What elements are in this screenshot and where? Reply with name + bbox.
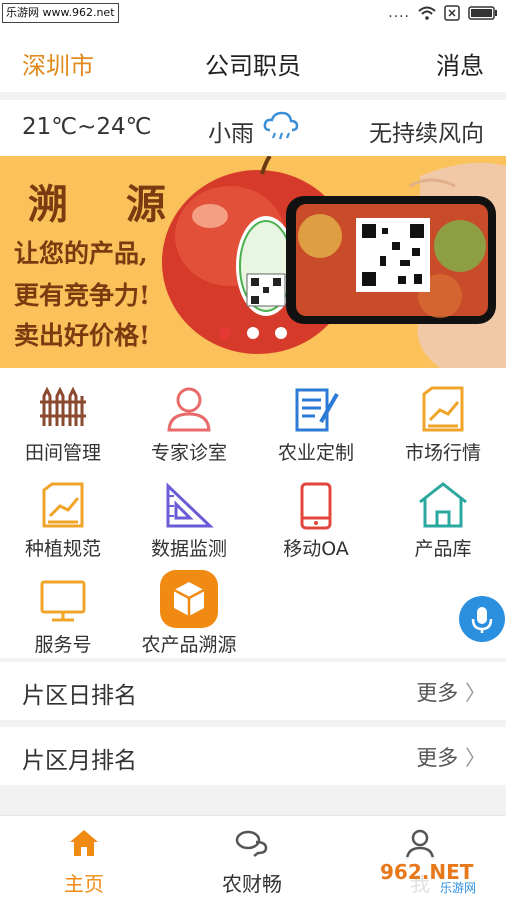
weather-condition: 小雨: [208, 121, 254, 147]
messages-button[interactable]: 消息: [436, 46, 484, 81]
overflow-dots: ....: [388, 5, 410, 21]
feature-planting-standards[interactable]: 种植规范: [0, 470, 126, 566]
feature-label: 数据监测: [150, 538, 227, 560]
banner-line-3: 卖出好价格!: [14, 321, 150, 350]
feature-label: 移动OA: [283, 538, 349, 560]
watermark-subtext: 乐游网: [440, 881, 476, 895]
watermark-label: 乐游网 www.962.net: [2, 3, 119, 23]
fence-icon: [40, 386, 86, 426]
monitor-icon: [40, 580, 86, 622]
feature-label: 农业定制: [277, 442, 354, 464]
weather-bar: 21℃~24℃ 小雨 无持续风向: [0, 100, 506, 156]
feature-market-quotes[interactable]: 市场行情: [380, 374, 506, 470]
banner-line-2: 更有竞争力!: [14, 281, 150, 310]
feature-label: 产品库: [414, 538, 472, 560]
feature-label: 专家诊室: [150, 442, 227, 464]
feature-label: 种植规范: [24, 538, 101, 560]
tab-label: 主页: [64, 872, 104, 896]
app-header: 深圳市 公司职员 消息: [0, 28, 506, 92]
no-sim-icon: [444, 5, 460, 21]
box-icon: [160, 570, 218, 628]
monthly-ranking-row[interactable]: 片区月排名 更多 〉: [0, 727, 506, 785]
voice-input-button[interactable]: [459, 596, 505, 642]
house-icon: [419, 482, 467, 528]
feature-product-library[interactable]: 产品库: [380, 470, 506, 566]
more-link[interactable]: 更多 〉: [416, 677, 486, 707]
feature-expert-clinic[interactable]: 专家诊室: [126, 374, 252, 470]
feature-label: 服务号: [34, 634, 92, 656]
status-icons: ....: [388, 5, 498, 21]
banner-line-1: 让您的产品,: [14, 239, 148, 268]
banner-title: 溯 源: [28, 181, 188, 228]
custom-doc-icon: [295, 388, 339, 432]
carousel-dot-2[interactable]: [247, 327, 259, 339]
chevron-right-icon: 〉: [465, 746, 486, 770]
tab-home[interactable]: 主页: [0, 816, 168, 901]
feature-mobile-oa[interactable]: 移动OA: [253, 470, 379, 566]
daily-ranking-row[interactable]: 片区日排名 更多 〉: [0, 662, 506, 720]
chevron-right-icon: 〉: [465, 681, 486, 705]
ranking-title: 片区月排名: [22, 748, 137, 774]
feature-label: 市场行情: [404, 442, 481, 464]
status-bar: 乐游网 www.962.net ....: [0, 0, 506, 28]
feature-data-monitoring[interactable]: 数据监测: [126, 470, 252, 566]
wifi-icon: [418, 6, 436, 20]
ruler-triangle-icon: [166, 482, 214, 528]
more-label: 更多: [416, 746, 459, 770]
site-watermark-logo: 962.NET 乐游网: [370, 857, 504, 895]
home-icon: [70, 830, 98, 856]
mobile-phone-icon: [300, 482, 332, 530]
feature-grid: 田间管理 专家诊室 农业定制 市场行情 种植规范 数据监测 移动OA 产品库 服…: [0, 368, 506, 658]
feature-label: 田间管理: [24, 442, 101, 464]
feature-field-management[interactable]: 田间管理: [0, 374, 126, 470]
feature-agri-custom[interactable]: 农业定制: [253, 374, 379, 470]
more-link[interactable]: 更多 〉: [416, 742, 486, 772]
tab-nongcaichang[interactable]: 农财畅: [168, 816, 336, 901]
feature-product-traceability[interactable]: 农产品溯源: [126, 566, 252, 662]
promo-banner[interactable]: 溯 源 让您的产品, 更有竞争力! 卖出好价格!: [0, 156, 506, 368]
battery-icon: [468, 6, 497, 20]
ranking-title: 片区日排名: [22, 683, 137, 709]
microphone-icon: [471, 607, 493, 633]
feature-label: 农产品溯源: [141, 634, 237, 656]
feature-service-account[interactable]: 服务号: [0, 566, 126, 662]
carousel-dot-3[interactable]: [275, 327, 287, 339]
wind-direction: 无持续风向: [369, 121, 484, 147]
rain-cloud-icon: [263, 111, 299, 140]
more-label: 更多: [416, 681, 459, 705]
chat-icon: [235, 830, 268, 857]
page-title: 公司职员: [205, 52, 301, 80]
market-chart-icon: [422, 386, 464, 432]
tab-label: 农财畅: [222, 872, 282, 896]
planting-chart-icon: [42, 482, 84, 528]
temperature-range: 21℃~24℃: [22, 114, 152, 140]
carousel-dot-1[interactable]: [219, 327, 231, 339]
expert-icon: [167, 387, 211, 432]
